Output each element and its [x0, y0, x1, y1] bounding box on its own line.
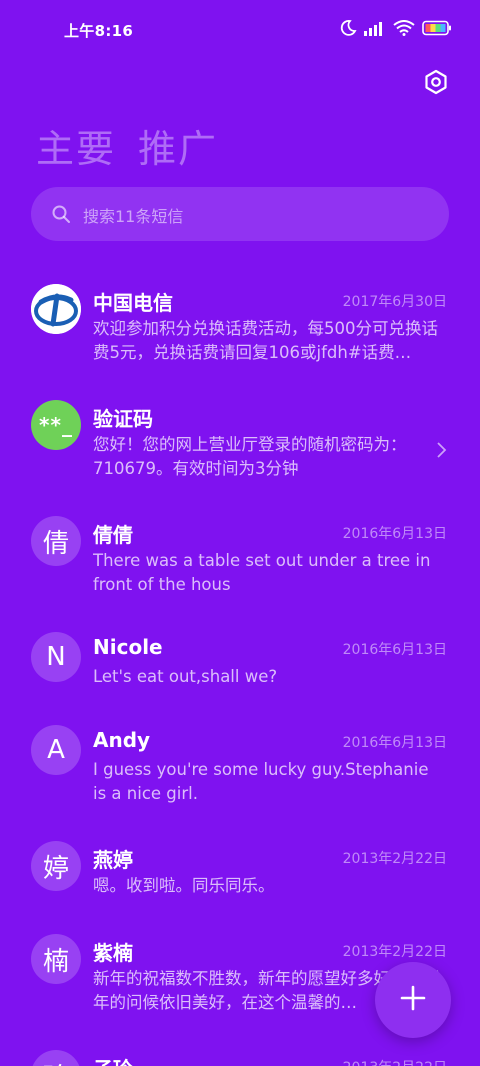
- contact-name: Andy: [93, 728, 151, 752]
- message-date: 2016年6月13日: [342, 526, 447, 542]
- tab-main[interactable]: 主要: [36, 118, 116, 173]
- contact-name: Nicole: [93, 635, 163, 659]
- signal-icon: [364, 20, 386, 40]
- message-date: 2013年2月22日: [342, 851, 447, 867]
- contact-name: 燕婷: [93, 848, 133, 872]
- moon-icon: [339, 19, 357, 41]
- tab-bar: 主要 推广: [36, 118, 218, 173]
- china-telecom-logo-icon: [31, 284, 81, 334]
- conversation-item[interactable]: N Nicole 2016年6月13日 Let's eat out,shall …: [0, 618, 480, 711]
- contact-avatar: 婷: [31, 841, 81, 891]
- status-bar: 上午8:16: [0, 0, 480, 62]
- message-preview: 嗯。收到啦。同乐同乐。: [93, 876, 275, 895]
- search-icon: [51, 204, 71, 224]
- battery-icon: [422, 20, 452, 40]
- search-placeholder: 搜索11条短信: [83, 207, 184, 226]
- plus-icon: [399, 984, 427, 1016]
- conversation-item[interactable]: A Andy 2016年6月13日 I guess you're some lu…: [0, 711, 480, 827]
- contact-avatar: 玲: [31, 1050, 81, 1066]
- contact-name: 子玲: [93, 1053, 133, 1066]
- conversation-item[interactable]: 倩 倩倩 2016年6月13日 There was a table set ou…: [0, 502, 480, 618]
- tab-promotions[interactable]: 推广: [138, 118, 218, 173]
- status-icons: [339, 19, 452, 41]
- contact-name: 紫楠: [93, 941, 133, 965]
- verification-code-avatar: **_: [31, 400, 81, 450]
- contact-avatar: A: [31, 725, 81, 775]
- message-date: 2017年6月30日: [342, 294, 447, 310]
- new-message-button[interactable]: [375, 962, 451, 1038]
- conversation-item[interactable]: 中国电信 2017年6月30日 欢迎参加积分兑换话费活动，每500分可兑换话费5…: [0, 270, 480, 386]
- contact-name: 倩倩: [93, 523, 133, 547]
- conversation-item[interactable]: **_ 验证码 您好！您的网上营业厅登录的随机密码为：710679。有效时间为3…: [0, 386, 480, 502]
- contact-avatar: 倩: [31, 516, 81, 566]
- message-preview: I guess you're some lucky guy.Stephanie …: [93, 760, 429, 803]
- contact-avatar: N: [31, 632, 81, 682]
- settings-icon: [422, 69, 450, 100]
- message-preview: 您好！您的网上营业厅登录的随机密码为：710679。有效时间为3分钟: [93, 435, 407, 478]
- message-date: 2013年2月22日: [342, 944, 447, 960]
- contact-avatar: 楠: [31, 934, 81, 984]
- conversation-item[interactable]: 婷 燕婷 2013年2月22日 嗯。收到啦。同乐同乐。: [0, 827, 480, 920]
- message-date: 2016年6月13日: [342, 735, 447, 751]
- message-date: 2013年2月22日: [343, 1057, 447, 1066]
- wifi-icon: [393, 20, 415, 40]
- status-time: 上午8:16: [64, 22, 134, 40]
- message-date: 2016年6月13日: [342, 642, 447, 658]
- search-input[interactable]: 搜索11条短信: [31, 187, 449, 241]
- conversation-item[interactable]: 玲 子玲 2013年2月22日: [0, 1036, 480, 1066]
- telecom-logo-avatar: [31, 284, 81, 334]
- chevron-right-icon[interactable]: [436, 441, 448, 459]
- message-preview: 欢迎参加积分兑换话费活动，每500分可兑换话费5元，兑换话费请回复106或jfd…: [93, 319, 438, 362]
- message-preview: Let's eat out,shall we?: [93, 667, 278, 686]
- message-preview: There was a table set out under a tree i…: [93, 551, 431, 594]
- contact-name: 中国电信: [93, 291, 173, 315]
- contact-name: 验证码: [93, 407, 153, 431]
- settings-button[interactable]: [422, 68, 450, 96]
